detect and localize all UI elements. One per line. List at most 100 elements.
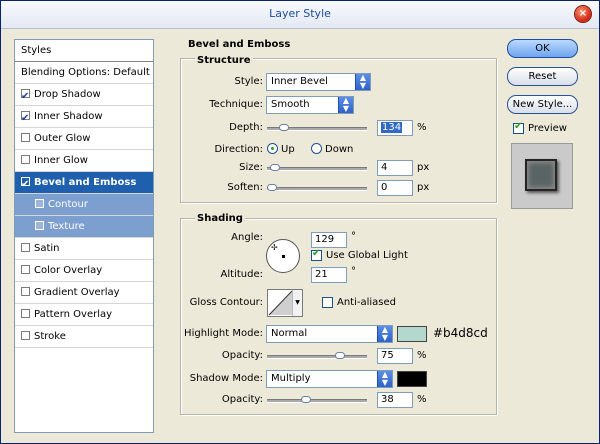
- depth-value: 134: [381, 122, 403, 133]
- highlight-opacity-slider[interactable]: [267, 352, 367, 359]
- anti-aliased-label: Anti-aliased: [337, 297, 397, 308]
- style-item-inner-glow[interactable]: Inner Glow: [15, 150, 153, 172]
- style-item-color-overlay[interactable]: Color Overlay: [15, 260, 153, 282]
- style-item-blending-options-default[interactable]: Blending Options: Default: [15, 62, 153, 84]
- highlight-opacity-input[interactable]: 75: [377, 348, 413, 364]
- style-item-stroke[interactable]: Stroke: [15, 326, 153, 348]
- size-unit: px: [417, 162, 430, 173]
- style-item-checkbox[interactable]: [21, 309, 30, 318]
- style-item-checkbox[interactable]: [21, 287, 30, 296]
- highlight-opacity-label: Opacity:: [221, 350, 263, 361]
- shadow-mode-value: Multiply: [271, 373, 311, 384]
- style-item-label: Texture: [48, 221, 85, 232]
- preview-checkbox[interactable]: [513, 121, 524, 134]
- highlight-mode-select[interactable]: Normal ▲ ▼: [266, 325, 393, 343]
- direction-down-label: Down: [325, 144, 354, 155]
- soften-slider-thumb[interactable]: [267, 184, 277, 191]
- style-item-checkbox[interactable]: [21, 331, 30, 340]
- style-item-label: Gradient Overlay: [34, 287, 120, 298]
- gloss-contour-picker[interactable]: ▼: [267, 289, 303, 317]
- style-item-texture[interactable]: Texture: [15, 216, 153, 238]
- chevron-updown-icon: ▲ ▼: [338, 97, 353, 113]
- style-item-contour[interactable]: Contour: [15, 194, 153, 216]
- direction-down-radio[interactable]: [311, 143, 322, 154]
- highlight-color-label: #b4d8cd: [433, 326, 488, 340]
- style-item-checkbox[interactable]: [21, 243, 30, 252]
- shadow-opacity-label: Opacity:: [221, 394, 263, 405]
- new-style-button[interactable]: New Style...: [507, 95, 578, 114]
- style-label: Style:: [234, 76, 264, 87]
- styles-header[interactable]: Styles: [15, 40, 153, 62]
- title-bar[interactable]: Layer Style ×: [1, 1, 599, 29]
- reset-button[interactable]: Reset: [507, 67, 578, 86]
- size-input[interactable]: 4: [377, 160, 413, 176]
- highlight-color-swatch[interactable]: [397, 326, 427, 342]
- style-item-label: Outer Glow: [34, 133, 91, 144]
- shadow-opacity-thumb[interactable]: [301, 396, 311, 403]
- anti-aliased-checkbox[interactable]: [322, 297, 333, 308]
- chevron-down-icon: ▼: [292, 290, 302, 316]
- style-item-label: Drop Shadow: [34, 89, 101, 100]
- highlight-mode-label: Highlight Mode:: [184, 328, 263, 339]
- highlight-opacity-unit: %: [417, 350, 427, 361]
- style-select-value: Inner Bevel: [271, 76, 328, 87]
- style-item-checkbox[interactable]: [35, 199, 44, 208]
- style-item-outer-glow[interactable]: Outer Glow: [15, 128, 153, 150]
- shadow-opacity-slider[interactable]: [267, 396, 367, 403]
- altitude-unit: °: [351, 266, 356, 277]
- structure-title: Structure: [195, 55, 253, 66]
- style-item-label: Stroke: [34, 331, 66, 342]
- style-item-checkbox[interactable]: [21, 133, 30, 142]
- soften-input[interactable]: 0: [377, 180, 413, 196]
- preview-label: Preview: [528, 123, 567, 134]
- technique-select[interactable]: Smooth ▲ ▼: [266, 96, 354, 114]
- style-item-checkbox[interactable]: [35, 221, 44, 230]
- size-label: Size:: [239, 162, 263, 173]
- style-item-drop-shadow[interactable]: Drop Shadow: [15, 84, 153, 107]
- shadow-mode-select[interactable]: Multiply ▲ ▼: [266, 370, 393, 388]
- angle-input[interactable]: 129: [311, 232, 347, 248]
- global-light-checkbox[interactable]: [311, 248, 322, 261]
- ok-button[interactable]: OK: [507, 39, 578, 58]
- depth-slider-thumb[interactable]: [279, 124, 289, 131]
- altitude-input[interactable]: 21: [311, 267, 347, 283]
- styles-header-label: Styles: [21, 45, 52, 56]
- angle-dial[interactable]: ✢: [266, 239, 300, 273]
- direction-up-label: Up: [281, 144, 295, 155]
- style-select[interactable]: Inner Bevel ▲ ▼: [266, 73, 371, 91]
- style-item-checkbox[interactable]: [21, 86, 30, 107]
- size-slider-thumb[interactable]: [270, 164, 280, 171]
- contour-curve-icon: [268, 290, 293, 316]
- shadow-opacity-unit: %: [417, 394, 427, 405]
- shading-title: Shading: [195, 213, 245, 224]
- style-item-checkbox[interactable]: [21, 108, 30, 129]
- style-item-label: Inner Shadow: [34, 111, 103, 122]
- style-item-checkbox[interactable]: [21, 174, 30, 195]
- style-item-gradient-overlay[interactable]: Gradient Overlay: [15, 282, 153, 304]
- style-item-pattern-overlay[interactable]: Pattern Overlay: [15, 304, 153, 326]
- style-item-label: Inner Glow: [34, 155, 88, 166]
- style-item-satin[interactable]: Satin: [15, 238, 153, 260]
- highlight-opacity-thumb[interactable]: [335, 352, 345, 359]
- shadow-opacity-input[interactable]: 38: [377, 392, 413, 408]
- size-slider[interactable]: [267, 164, 367, 171]
- style-item-checkbox[interactable]: [21, 155, 30, 164]
- close-icon[interactable]: ×: [575, 6, 591, 22]
- style-item-checkbox[interactable]: [21, 265, 30, 274]
- style-item-inner-shadow[interactable]: Inner Shadow: [15, 106, 153, 129]
- depth-slider[interactable]: [267, 124, 367, 131]
- depth-input[interactable]: 134: [377, 120, 413, 136]
- direction-label: Direction:: [214, 144, 263, 155]
- angle-label: Angle:: [231, 232, 263, 243]
- technique-label: Technique:: [209, 99, 263, 110]
- style-item-label: Pattern Overlay: [34, 309, 113, 320]
- bevel-title: Bevel and Emboss: [188, 39, 291, 50]
- gloss-contour-label: Gloss Contour:: [189, 297, 263, 308]
- soften-slider[interactable]: [267, 184, 367, 191]
- depth-unit: %: [417, 122, 427, 133]
- styles-list: Styles Blending Options: Default Drop Sha…: [14, 39, 154, 433]
- shadow-color-swatch[interactable]: [397, 371, 427, 387]
- direction-up-radio[interactable]: [267, 143, 278, 154]
- style-item-bevel-and-emboss[interactable]: Bevel and Emboss: [15, 172, 153, 195]
- preview-swatch: [525, 159, 557, 191]
